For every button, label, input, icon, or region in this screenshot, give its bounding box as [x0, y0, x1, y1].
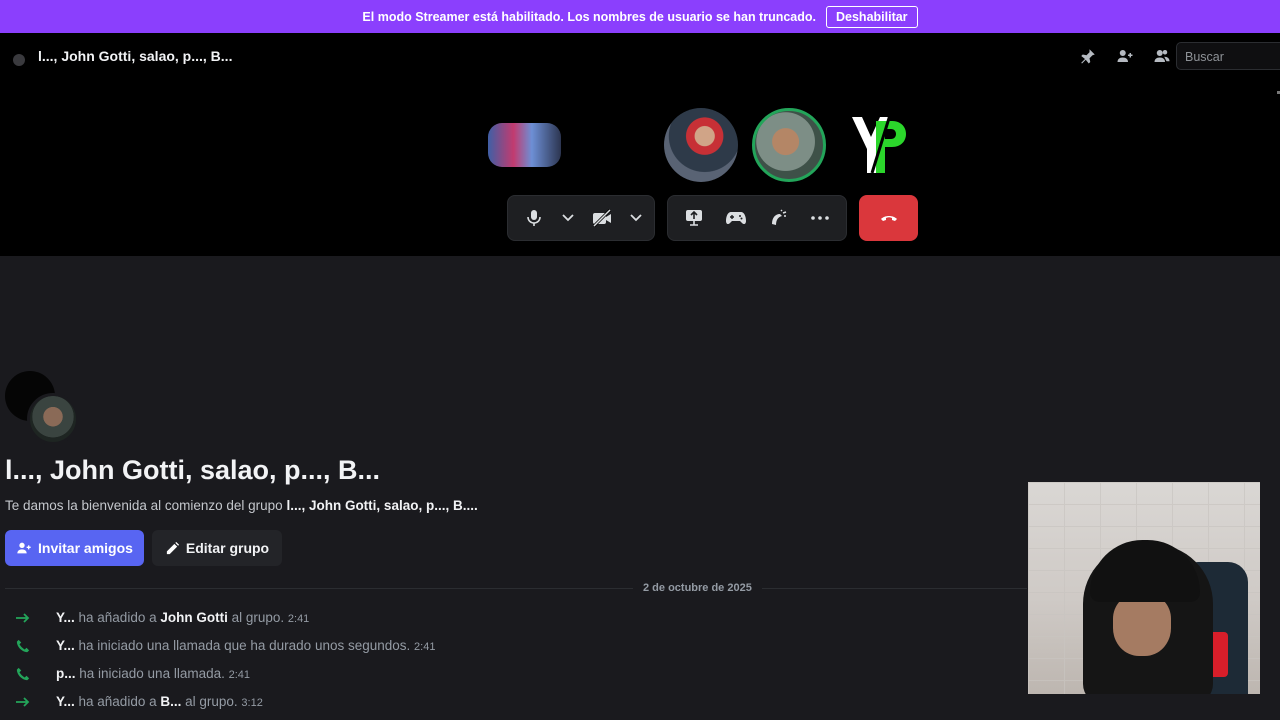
message-user[interactable]: Y... — [56, 638, 75, 653]
pin-icon[interactable] — [1078, 46, 1098, 66]
message-time: 2:41 — [228, 669, 251, 681]
message-text: Y... ha iniciado una llamada que ha dura… — [56, 638, 435, 653]
edit-group-button[interactable]: Editar grupo — [152, 530, 282, 566]
date-divider-label: 2 de octubre de 2025 — [633, 582, 762, 594]
members-icon[interactable] — [1152, 46, 1172, 66]
add-friend-icon — [17, 542, 31, 554]
voice-call-area: l..., John Gotti, salao, p..., B... Busc… — [0, 33, 1280, 256]
add-member-icon[interactable] — [1115, 46, 1135, 66]
participant-avatar-1[interactable] — [664, 108, 738, 182]
message-time: 2:41 — [287, 613, 310, 625]
arrow-right-icon — [14, 694, 32, 710]
invite-friends-label: Invitar amigos — [38, 540, 133, 556]
welcome-group-name: l..., John Gotti, salao, p..., B.... — [286, 498, 478, 513]
participant-avatar-2-speaking[interactable] — [752, 108, 826, 182]
streamer-banner-message: El modo Streamer está habilitado. Los no… — [362, 9, 816, 24]
streamer-face — [1113, 594, 1171, 656]
message-body: ha iniciado una llamada que ha durado un… — [74, 638, 415, 653]
webcam-overlay — [1028, 482, 1260, 694]
group-title: l..., John Gotti, salao, p..., B... — [5, 455, 381, 485]
header-title: l..., John Gotti, salao, p..., B... — [38, 48, 233, 64]
yp-logo-avatar[interactable] — [848, 111, 910, 181]
message-text: Y... ha añadido a B... al grupo. 3:12 — [56, 694, 263, 709]
message-body: ha añadido a — [74, 610, 161, 625]
edit-group-label: Editar grupo — [185, 540, 270, 556]
chevron-down-icon[interactable] — [558, 200, 578, 236]
message-text: p... ha iniciado una llamada. 2:41 — [56, 666, 250, 681]
soundboard-icon[interactable] — [760, 200, 796, 236]
message-time: 3:12 — [241, 697, 263, 709]
date-divider — [5, 588, 1027, 589]
message-body: al grupo. — [227, 610, 288, 625]
group-avatar-front — [27, 393, 79, 445]
audio-video-controls — [507, 195, 655, 241]
message-body: ha añadido a — [74, 694, 161, 709]
hang-up-button[interactable] — [859, 195, 918, 241]
arrow-right-icon — [14, 610, 32, 626]
pencil-icon — [166, 541, 179, 554]
phone-icon — [14, 666, 32, 682]
activities-icon[interactable] — [718, 200, 754, 236]
message-user[interactable]: p... — [56, 666, 76, 681]
invite-friends-button[interactable]: Invitar amigos — [5, 530, 144, 566]
message-body: ha iniciado una llamada. — [75, 666, 229, 681]
disable-streamer-button[interactable]: Deshabilitar — [826, 5, 918, 28]
message-target[interactable]: John Gotti — [160, 610, 228, 625]
activity-controls — [667, 195, 847, 241]
message-body: al grupo. — [181, 694, 242, 709]
welcome-message: Te damos la bienvenida al comienzo del g… — [5, 498, 478, 513]
message-time: 2:41 — [414, 641, 436, 653]
header-group-avatar — [13, 54, 25, 66]
camera-off-icon[interactable] — [584, 200, 620, 236]
message-user[interactable]: Y... — [56, 694, 75, 709]
hang-up-icon — [880, 216, 897, 221]
header-toolbar — [1078, 46, 1172, 66]
phone-icon — [14, 638, 32, 654]
message-user[interactable]: Y... — [56, 610, 75, 625]
microphone-icon[interactable] — [516, 200, 552, 236]
message-target[interactable]: B... — [160, 694, 181, 709]
search-input[interactable]: Buscar — [1176, 42, 1280, 70]
more-icon[interactable] — [802, 200, 838, 236]
welcome-prefix: Te damos la bienvenida al comienzo del g… — [5, 498, 287, 513]
call-controls — [507, 195, 918, 241]
message-text: Y... ha añadido a John Gotti al grupo. 2… — [56, 610, 309, 625]
screen-share-icon[interactable] — [676, 200, 712, 236]
streamer-mode-banner: El modo Streamer está habilitado. Los no… — [0, 0, 1280, 33]
camera-tile[interactable] — [488, 123, 561, 167]
chevron-down-icon[interactable] — [626, 200, 646, 236]
